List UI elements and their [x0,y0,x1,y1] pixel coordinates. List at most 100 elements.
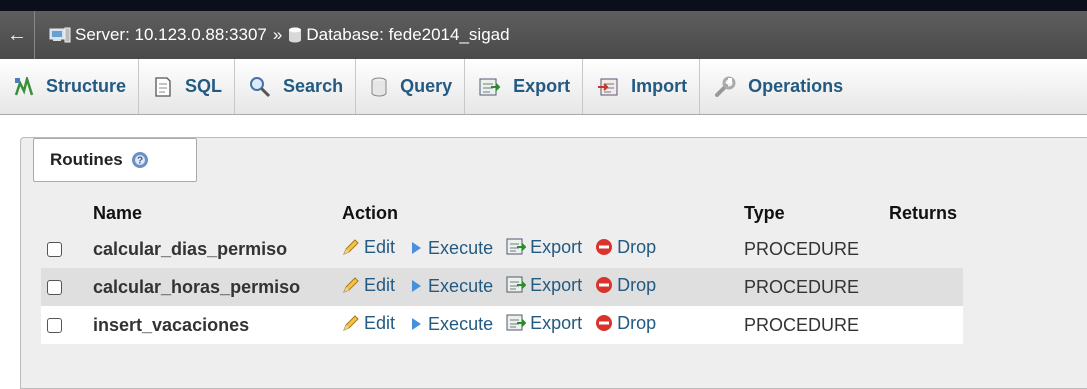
tab-operations[interactable]: Operations [700,59,855,114]
export-icon [479,77,501,97]
drop-link[interactable]: Drop [595,237,656,258]
export-link[interactable]: Export [506,237,582,258]
tab-export-label: Export [513,76,571,96]
edit-link[interactable]: Edit [342,313,395,334]
breadcrumb-separator: » [272,25,283,44]
back-arrow-icon[interactable]: ← [0,11,35,59]
tab-sql-label: SQL [185,76,223,96]
column-header-returns: Returns [889,202,958,223]
tab-query[interactable]: Query [356,59,466,114]
query-icon [370,77,388,97]
export-link[interactable]: Export [506,275,582,296]
column-header-type: Type [744,202,785,223]
drop-icon [595,238,613,256]
import-icon [597,77,619,97]
tab-sql[interactable]: SQL [139,59,236,114]
help-icon[interactable]: ? [131,151,149,169]
routines-legend-label: Routines [50,150,123,169]
drop-link[interactable]: Drop [595,275,656,296]
routine-returns [883,306,964,344]
server-icon [49,27,71,43]
row-checkbox[interactable] [47,318,62,334]
table-row: calcular_horas_permiso Edit Execute Expo… [41,268,964,306]
top-strip [0,0,1087,11]
routine-name: insert_vacaciones [87,306,336,344]
execute-label: Execute [428,313,494,334]
tab-import-label: Import [631,76,688,96]
row-checkbox[interactable] [47,242,62,258]
drop-label: Drop [617,312,657,333]
export-label: Export [530,274,583,295]
routine-returns [883,268,964,306]
execute-link[interactable]: Execute [408,276,493,297]
edit-label: Edit [364,312,396,333]
routine-type: PROCEDURE [738,306,883,344]
action-cell: Edit Execute Export Drop [336,268,738,306]
pencil-icon [342,276,360,294]
play-icon [408,316,424,332]
execute-label: Execute [428,237,494,258]
search-icon [249,76,271,98]
routines-legend: Routines ? [33,138,197,182]
export-icon [506,276,527,294]
export-label: Export [530,236,583,257]
routine-name: calcular_dias_permiso [93,238,288,259]
edit-link[interactable]: Edit [342,275,395,296]
execute-link[interactable]: Execute [408,314,493,335]
database-tabs: Structure SQL Search Query Export Import [0,59,1087,115]
play-icon [408,240,424,256]
tab-structure-label: Structure [46,76,127,96]
routine-type: PROCEDURE [738,268,883,306]
tab-query-label: Query [400,76,453,96]
column-header-name: Name [93,202,143,223]
tab-import[interactable]: Import [583,59,701,114]
execute-label: Execute [428,275,494,296]
sql-icon [153,76,173,98]
row-checkbox-cell [41,230,87,268]
table-header-row: Name Action Type Returns [41,196,963,230]
routine-name: calcular_horas_permiso [87,268,336,306]
edit-label: Edit [364,274,396,295]
drop-label: Drop [617,236,657,257]
column-header-action: Action [342,202,398,223]
row-checkbox-cell [41,268,87,306]
table-row: insert_vacaciones Edit Execute Export Dr… [41,306,964,344]
checkbox-column-header [41,196,87,230]
tab-operations-label: Operations [748,76,844,96]
drop-icon [595,276,613,294]
action-cell: Edit Execute Export Drop [336,230,738,268]
table-row: calcular_dias_permiso Edit Execute Expor… [41,230,963,268]
structure-icon [14,76,34,97]
edit-link[interactable]: Edit [342,237,395,258]
drop-icon [595,314,613,332]
wrench-icon [714,76,736,98]
breadcrumb-database[interactable]: Database: fede2014_sigad [288,25,510,45]
action-cell: Edit Execute Export Drop [336,306,738,344]
tab-structure[interactable]: Structure [0,59,140,114]
tab-search-label: Search [283,76,344,96]
breadcrumb-database-label: Database: fede2014_sigad [306,25,510,44]
row-checkbox[interactable] [47,280,62,296]
drop-label: Drop [617,274,657,295]
drop-link[interactable]: Drop [595,313,656,334]
routine-type: PROCEDURE [744,238,860,259]
export-label: Export [530,312,583,333]
edit-label: Edit [364,236,396,257]
tab-export[interactable]: Export [465,59,584,114]
database-icon [288,27,302,43]
breadcrumb-server[interactable]: Server: 10.123.0.88:3307 [49,25,267,45]
export-icon [506,314,527,332]
play-icon [408,278,424,294]
pencil-icon [342,314,360,332]
breadcrumb: ← Server: 10.123.0.88:3307 » Database: f… [0,11,1087,59]
tab-search[interactable]: Search [235,59,357,114]
export-icon [506,238,527,256]
row-checkbox-cell [41,306,87,344]
routines-table: Name Action Type Returns calcular_dias_p… [41,196,964,344]
execute-link[interactable]: Execute [408,238,493,259]
pencil-icon [342,238,360,256]
breadcrumb-server-label: Server: 10.123.0.88:3307 [75,25,267,44]
svg-text:?: ? [137,156,143,167]
routine-returns [883,230,963,268]
export-link[interactable]: Export [506,313,582,334]
